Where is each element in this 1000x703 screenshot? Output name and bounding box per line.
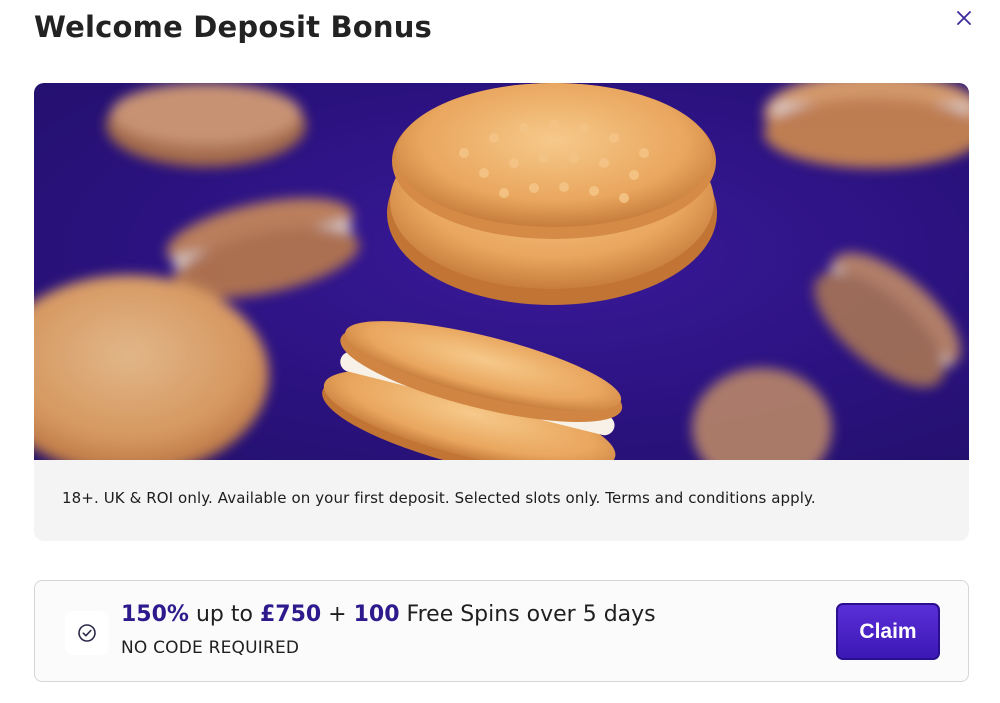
- offer-percent: 150%: [121, 602, 189, 627]
- close-icon: [957, 11, 971, 25]
- offer-up-to: up to: [188, 602, 260, 627]
- close-button[interactable]: [952, 6, 976, 30]
- offer-status: [65, 611, 109, 655]
- promo-card: 18+. UK & ROI only. Available on your fi…: [34, 83, 969, 541]
- offer-rest: Free Spins over 5 days: [399, 602, 656, 627]
- welcome-bonus-modal: Welcome Deposit Bonus 18+. UK & ROI only…: [0, 0, 1000, 703]
- offer-plus: +: [321, 602, 354, 627]
- modal-title: Welcome Deposit Bonus: [34, 10, 433, 44]
- offer-spins-count: 100: [353, 602, 400, 627]
- claim-button[interactable]: Claim: [836, 603, 940, 660]
- terms-text: 18+. UK & ROI only. Available on your fi…: [62, 489, 816, 507]
- offer-headline: 150% up to £750 + 100 Free Spins over 5 …: [121, 602, 656, 627]
- no-code-label: NO CODE REQUIRED: [121, 638, 300, 658]
- offer-card: 150% up to £750 + 100 Free Spins over 5 …: [34, 580, 969, 682]
- check-circle-icon: [78, 624, 96, 642]
- offer-amount: £750: [259, 602, 322, 627]
- hero-image: [34, 83, 969, 460]
- biscuits-illustration: [34, 83, 969, 460]
